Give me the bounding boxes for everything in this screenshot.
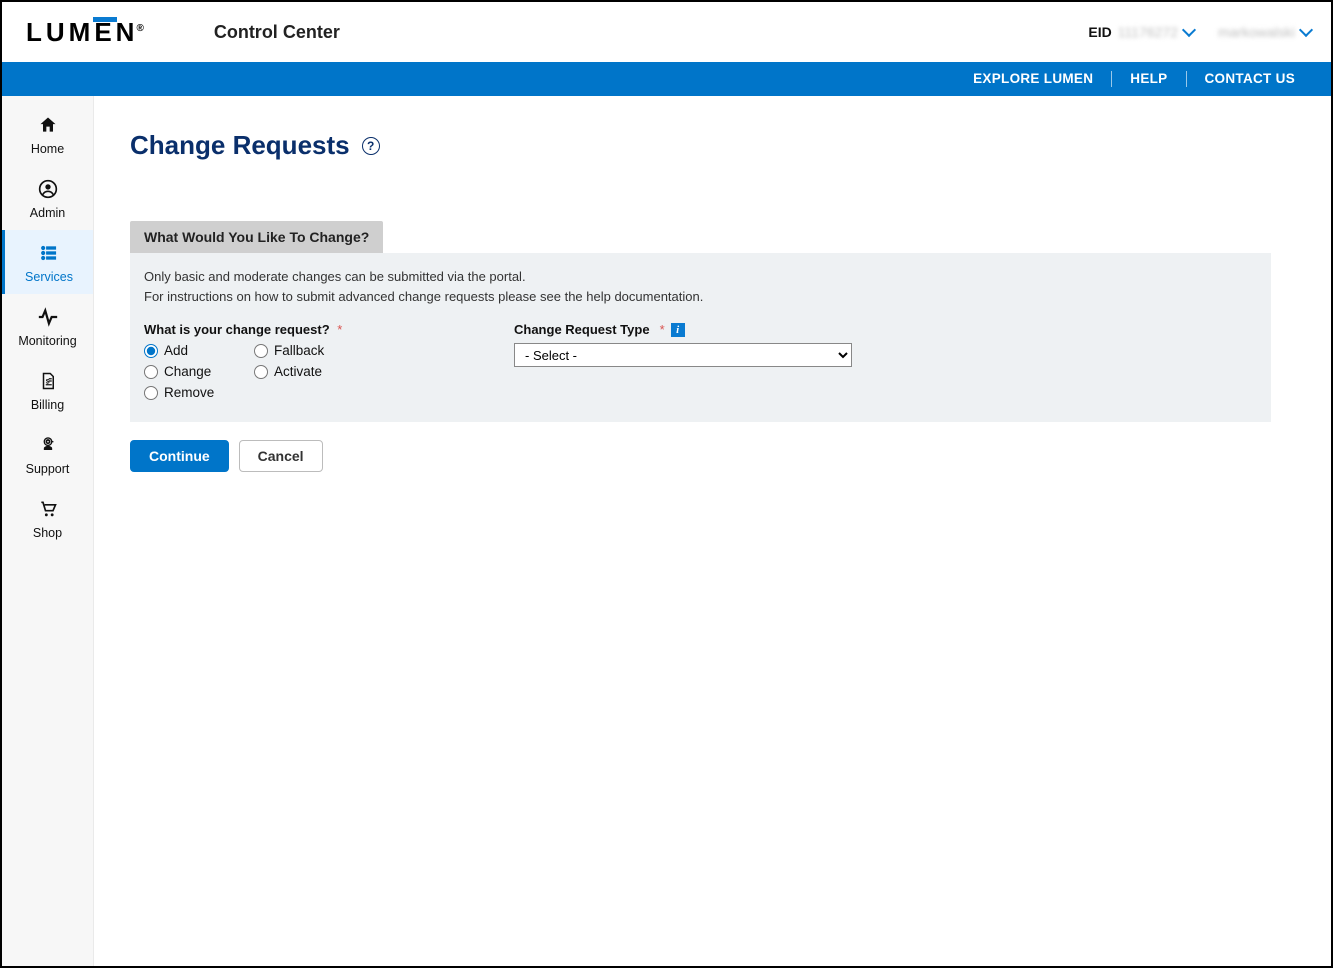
sidebar-item-support[interactable]: Support	[2, 422, 93, 486]
user-dropdown[interactable]: markowalski	[1218, 24, 1311, 40]
radio-input-add[interactable]	[144, 344, 158, 358]
form-hint-line2: For instructions on how to submit advanc…	[144, 287, 1257, 307]
sidebar-item-home[interactable]: Home	[2, 102, 93, 166]
nav-help[interactable]: HELP	[1111, 71, 1185, 87]
nav-explore-lumen[interactable]: EXPLORE LUMEN	[955, 71, 1111, 87]
sidebar-item-label: Home	[31, 142, 64, 156]
radio-label-change: Change	[164, 364, 211, 379]
radio-input-activate[interactable]	[254, 365, 268, 379]
page-title-row: Change Requests ?	[130, 130, 1291, 161]
sidebar-item-admin[interactable]: Admin	[2, 166, 93, 230]
sidebar-item-billing[interactable]: $ Billing	[2, 358, 93, 422]
radio-label-fallback: Fallback	[274, 343, 324, 358]
radio-input-change[interactable]	[144, 365, 158, 379]
required-indicator: *	[337, 322, 342, 337]
chevron-down-icon	[1299, 23, 1313, 37]
help-icon[interactable]: ?	[362, 137, 380, 155]
radio-label-activate: Activate	[274, 364, 322, 379]
cart-icon	[37, 498, 59, 520]
change-request-radio-group: What is your change request? * Add Fallb…	[144, 322, 484, 400]
sidebar-item-label: Billing	[31, 398, 64, 412]
logo-registered-mark: ®	[136, 23, 143, 34]
radio-group-label: What is your change request? *	[144, 322, 484, 337]
topbar: LUMEN® Control Center EID 11176272 marko…	[2, 2, 1331, 62]
radio-input-remove[interactable]	[144, 386, 158, 400]
radio-option-activate[interactable]: Activate	[254, 364, 374, 379]
account-area: EID 11176272 markowalski	[1088, 24, 1311, 40]
radio-option-change[interactable]: Change	[144, 364, 254, 379]
radio-option-remove[interactable]: Remove	[144, 385, 254, 400]
sidebar-item-label: Shop	[33, 526, 62, 540]
radio-input-fallback[interactable]	[254, 344, 268, 358]
form-section-header: What Would You Like To Change?	[130, 221, 383, 253]
radio-label-add: Add	[164, 343, 188, 358]
page-title: Change Requests	[130, 130, 350, 161]
cancel-button[interactable]: Cancel	[239, 440, 323, 472]
sidebar: Home Admin Services Monitoring $ Billing	[2, 96, 94, 966]
username: markowalski	[1218, 24, 1295, 40]
home-icon	[37, 114, 59, 136]
eid-dropdown[interactable]: EID 11176272	[1088, 24, 1194, 40]
sidebar-item-monitoring[interactable]: Monitoring	[2, 294, 93, 358]
pulse-icon	[37, 306, 59, 328]
sidebar-item-label: Support	[26, 462, 70, 476]
radio-option-fallback[interactable]: Fallback	[254, 343, 374, 358]
sidebar-item-shop[interactable]: Shop	[2, 486, 93, 550]
change-request-type-field: Change Request Type * i - Select -	[514, 322, 852, 367]
sidebar-item-label: Monitoring	[18, 334, 76, 348]
form-hint: Only basic and moderate changes can be s…	[144, 267, 1257, 306]
eid-label: EID	[1088, 24, 1111, 40]
global-nav: EXPLORE LUMEN HELP CONTACT US	[2, 62, 1331, 96]
info-icon[interactable]: i	[671, 323, 685, 337]
support-icon	[37, 434, 59, 456]
form-actions: Continue Cancel	[130, 440, 1271, 472]
change-request-type-select[interactable]: - Select -	[514, 343, 852, 367]
radio-label-remove: Remove	[164, 385, 214, 400]
nav-contact-us[interactable]: CONTACT US	[1186, 71, 1314, 87]
chevron-down-icon	[1182, 23, 1196, 37]
sidebar-item-label: Admin	[30, 206, 65, 220]
sidebar-item-services[interactable]: Services	[2, 230, 93, 294]
radio-option-add[interactable]: Add	[144, 343, 254, 358]
invoice-icon: $	[37, 370, 59, 392]
logo-text-left: LUM	[26, 17, 94, 47]
select-label: Change Request Type * i	[514, 322, 685, 337]
required-indicator: *	[660, 322, 665, 337]
list-icon	[38, 242, 60, 264]
user-circle-icon	[37, 178, 59, 200]
sidebar-item-label: Services	[25, 270, 73, 284]
form-hint-line1: Only basic and moderate changes can be s…	[144, 267, 1257, 287]
eid-value: 11176272	[1118, 24, 1178, 40]
lumen-logo: LUMEN®	[26, 17, 144, 48]
continue-button[interactable]: Continue	[130, 440, 229, 472]
form-card: Only basic and moderate changes can be s…	[130, 253, 1271, 422]
app-title: Control Center	[214, 22, 340, 43]
main-content: Change Requests ? What Would You Like To…	[94, 96, 1331, 966]
logo-accent-e: E	[94, 17, 115, 48]
